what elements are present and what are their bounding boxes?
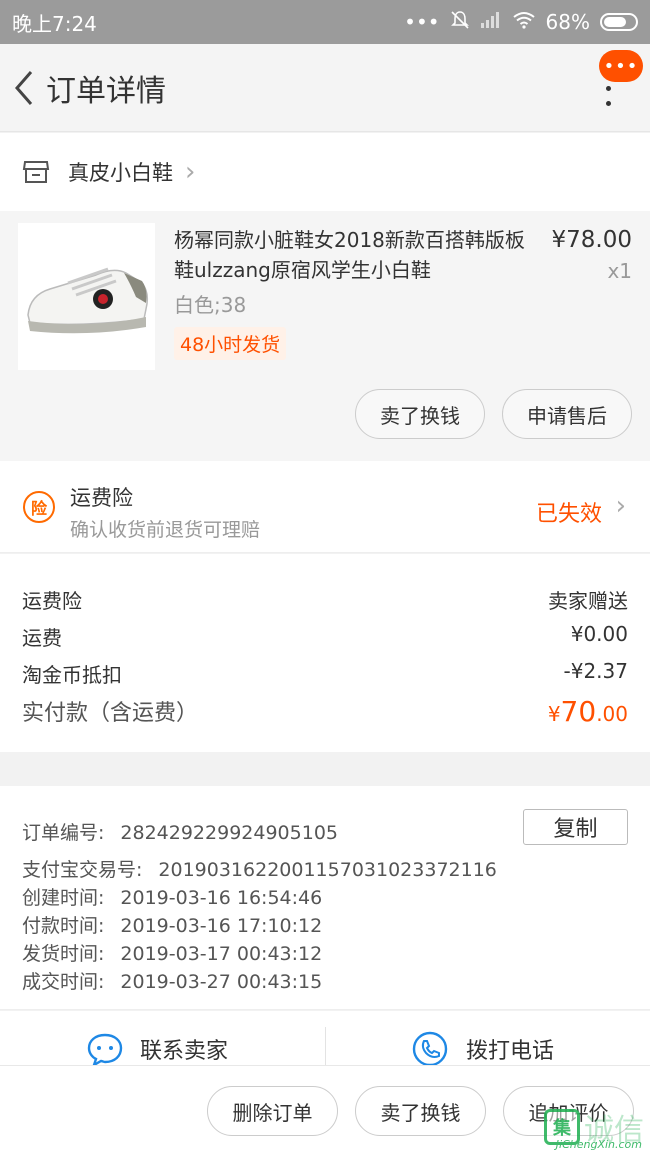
shop-row[interactable]: 真皮小白鞋 ›: [0, 133, 650, 211]
status-time: 晚上7:24: [12, 11, 97, 36]
more-badge[interactable]: •••: [599, 50, 643, 82]
alipay-trade-number: 支付宝交易号: 2019031622001157031023372116: [22, 859, 497, 881]
product-thumbnail[interactable]: [18, 223, 155, 370]
contact-bar: 联系卖家 拨打电话: [0, 1011, 650, 1067]
product-sku: 白色;38: [174, 293, 247, 317]
battery-percent: 68%: [545, 10, 590, 34]
product-title[interactable]: 杨幂同款小脏鞋女2018新款百搭韩版板鞋ulzzang原宿风学生小白鞋: [174, 225, 534, 285]
product-price: ¥78.00: [551, 227, 632, 253]
page-title: 订单详情: [46, 73, 166, 109]
shop-name: 真皮小白鞋: [68, 161, 173, 185]
call-button[interactable]: 拨打电话: [412, 1031, 554, 1067]
fee-row: 运费险 卖家赠送: [22, 585, 628, 614]
fee-value: ¥0.00: [570, 622, 628, 646]
delete-order-button[interactable]: 删除订单: [207, 1086, 338, 1136]
notification-dots-icon: •••: [404, 10, 440, 34]
fee-value: -¥2.37: [563, 659, 628, 683]
order-info: 订单编号: 282429229924905105 复制 支付宝交易号: 201903…: [0, 786, 650, 1010]
total-amount: ¥70.00: [547, 695, 628, 728]
order-item[interactable]: 杨幂同款小脏鞋女2018新款百搭韩版板鞋ulzzang原宿风学生小白鞋 ¥78.…: [0, 211, 650, 461]
product-quantity: x1: [607, 259, 632, 283]
contact-seller-label: 联系卖家: [140, 1039, 229, 1064]
watermark-url: JiChengXin.com: [555, 1138, 642, 1151]
insurance-icon: 险: [23, 491, 55, 523]
sell-for-cash-button-bottom[interactable]: 卖了换钱: [355, 1086, 486, 1136]
paid-time: 付款时间: 2019-03-16 17:10:12: [22, 915, 323, 937]
cell-signal-icon: [480, 10, 502, 34]
after-sale-button[interactable]: 申请售后: [502, 389, 632, 439]
fee-value: 卖家赠送: [548, 589, 628, 613]
total-label: 实付款（含运费）: [22, 701, 199, 726]
insurance-title: 运费险: [70, 486, 133, 510]
fee-row: 运费 ¥0.00: [22, 622, 628, 651]
fee-row: 淘金币抵扣 -¥2.37: [22, 659, 628, 688]
store-icon: [22, 161, 50, 183]
chat-bubble-icon: [87, 1033, 123, 1067]
fee-summary: 运费险 卖家赠送 运费 ¥0.00 淘金币抵扣 -¥2.37 实付款（含运费） …: [0, 554, 650, 752]
completed-time: 成交时间: 2019-03-27 00:43:15: [22, 971, 323, 993]
shipped-time: 发货时间: 2019-03-17 00:43:12: [22, 943, 323, 965]
chevron-right-icon: ›: [615, 491, 626, 521]
fee-label: 运费: [22, 626, 62, 650]
phone-icon: [412, 1031, 448, 1067]
insurance-status: 已失效: [535, 502, 602, 527]
battery-icon: [600, 13, 638, 31]
chevron-right-icon: ›: [185, 157, 196, 187]
insurance-subtitle: 确认收货前退货可理赔: [70, 519, 261, 541]
status-bar: 晚上7:24 ••• 68%: [0, 0, 650, 44]
chevron-left-icon: [15, 70, 33, 105]
order-number: 订单编号: 282429229924905105: [22, 822, 338, 844]
call-label: 拨打电话: [466, 1039, 555, 1064]
contact-seller-button[interactable]: 联系卖家: [86, 1031, 228, 1067]
wifi-icon: [512, 10, 536, 34]
sneaker-image: [18, 223, 155, 370]
shipping-insurance-row[interactable]: 险 运费险 确认收货前退货可理赔 已失效 ›: [0, 461, 650, 553]
fee-label: 淘金币抵扣: [22, 663, 122, 687]
fee-label: 运费险: [22, 589, 82, 613]
total-row: 实付款（含运费） ¥70.00: [22, 695, 628, 728]
sell-for-cash-button[interactable]: 卖了换钱: [355, 389, 485, 439]
watermark: 集 诚信 JiChengXin.com: [544, 1105, 644, 1151]
shipping-tag: 48小时发货: [174, 327, 287, 360]
silent-bell-icon: [450, 10, 470, 35]
divider: [325, 1027, 326, 1065]
back-button[interactable]: [4, 68, 44, 108]
status-icons: ••• 68%: [404, 10, 638, 35]
copy-button[interactable]: 复制: [523, 809, 628, 845]
created-time: 创建时间: 2019-03-16 16:54:46: [22, 887, 323, 909]
nav-bar: 订单详情 •••: [0, 44, 650, 132]
